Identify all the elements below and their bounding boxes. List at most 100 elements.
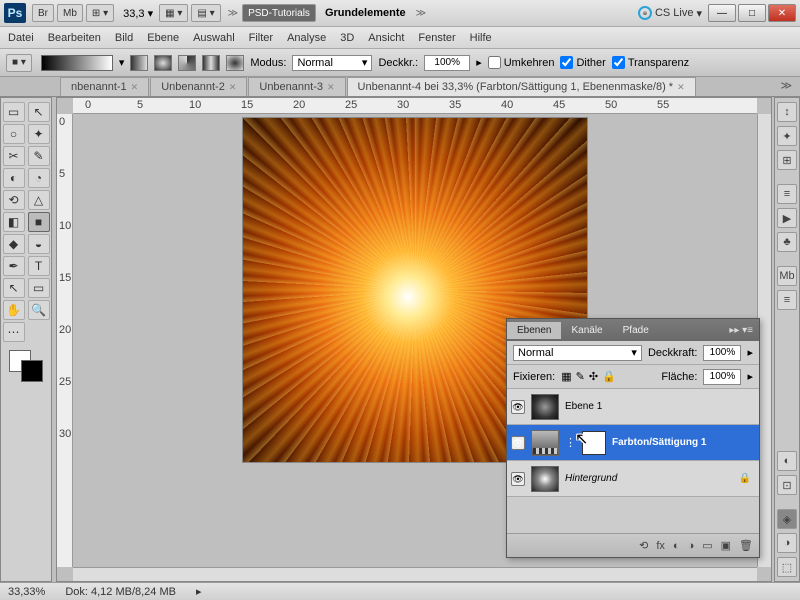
marquee-tool[interactable]: ↖ [28,102,50,122]
minimize-button[interactable]: — [708,4,736,22]
ruler-vertical[interactable]: 051015202530 [57,114,73,567]
wand-tool[interactable]: ✦ [28,124,50,144]
new-layer-icon[interactable]: ▣ [721,539,731,552]
gradient-reflected[interactable] [202,55,220,71]
ruler-horizontal[interactable]: 0510152025303540455055 [73,98,757,114]
chevron-right-icon[interactable]: ▸ [196,585,202,598]
scrollbar-horizontal[interactable] [73,567,757,581]
arrange-button[interactable]: ▦ ▾ [159,4,188,22]
deckkraft-input[interactable] [703,345,741,361]
heal-tool[interactable]: ◐ [3,168,25,188]
dock-icon[interactable]: ✦ [777,126,797,146]
pen-tool[interactable]: ✒ [3,256,25,276]
dock-icon[interactable]: ⊞ [777,150,797,170]
blur-tool[interactable]: ◆ [3,234,25,254]
gradient-radial[interactable] [154,55,172,71]
layer-row-selected[interactable]: 👁 ⋮ Farbton/Sättigung 1 [507,425,759,461]
dock-icon[interactable]: ≡ [777,184,797,204]
visibility-icon[interactable]: 👁 [511,436,525,450]
gradient-tool[interactable]: ■ [28,212,50,232]
layer-mask-thumbnail[interactable] [582,431,606,455]
layer-row[interactable]: 👁 Hintergrund 🔒 [507,461,759,497]
maximize-button[interactable]: □ [738,4,766,22]
dock-icon[interactable]: ↕ [777,102,797,122]
lock-transparency-icon[interactable]: ▦ [561,370,571,383]
visibility-icon[interactable]: 👁 [511,472,525,486]
gradient-angle[interactable] [178,55,196,71]
menu-auswahl[interactable]: Auswahl [193,32,235,44]
menu-3d[interactable]: 3D [340,32,354,44]
menu-bild[interactable]: Bild [115,32,133,44]
eyedropper-tool[interactable]: ✎ [28,146,50,166]
zoom-tool[interactable]: 🔍 [28,300,50,320]
zoom-level[interactable]: 33,3 ▾ [123,7,153,20]
deckkr-input[interactable] [424,55,470,71]
close-icon[interactable]: ✕ [229,82,237,93]
transparenz-checkbox[interactable]: Transparenz [612,56,689,69]
menu-hilfe[interactable]: Hilfe [470,32,492,44]
gradient-diamond[interactable] [226,55,244,71]
type-tool[interactable]: T [28,256,50,276]
flaeche-input[interactable] [703,369,741,385]
doc-tab[interactable]: nbenannt-1✕ [60,77,149,96]
dock-icon[interactable]: ◐ [777,451,797,471]
chevron-right-icon[interactable]: ≫ [228,8,238,19]
layer-thumbnail[interactable] [531,394,559,420]
dock-icon[interactable]: ⊡ [777,475,797,495]
adjustment-thumbnail[interactable] [531,430,559,456]
menu-fenster[interactable]: Fenster [418,32,455,44]
layer-name[interactable]: Hintergrund [565,473,617,484]
lock-position-icon[interactable]: ✣ [589,370,598,383]
cslive-button[interactable]: CS Live ▾ [638,6,702,20]
lock-pixels-icon[interactable]: ✎ [576,370,585,383]
close-button[interactable]: ✕ [768,4,796,22]
mb-button[interactable]: Mb [57,4,83,22]
layer-mask-icon[interactable]: ◐ [673,540,680,552]
tabs-overflow[interactable]: ≫ [772,77,800,96]
layer-name[interactable]: Farbton/Sättigung 1 [612,437,706,448]
delete-layer-icon[interactable]: 🗑 [739,539,753,552]
tab-kanaele[interactable]: Kanäle [561,322,612,339]
umkehren-checkbox[interactable]: Umkehren [488,56,555,69]
workspace-grundelemente[interactable]: Grundelemente [325,7,406,19]
dock-icon[interactable]: ⬚ [777,557,797,577]
layer-group-icon[interactable]: ▭ [702,539,712,552]
close-icon[interactable]: ✕ [327,82,335,93]
shape-tool[interactable]: ▭ [28,278,50,298]
dock-icon[interactable]: Mb [777,266,797,286]
hand-tool[interactable]: ✋ [3,300,25,320]
extras-button[interactable]: ▤ ▾ [191,4,220,22]
link-layers-icon[interactable]: ⟲ [639,539,648,552]
menu-datei[interactable]: Datei [8,32,34,44]
layer-name[interactable]: Ebene 1 [565,401,602,412]
tab-ebenen[interactable]: Ebenen [507,322,561,339]
brush-tool[interactable]: ◔ [28,168,50,188]
tool-preset-button[interactable]: ■ ▾ [6,54,32,72]
chevron-right-icon[interactable]: ▸ [476,56,482,69]
bridge-button[interactable]: Br [32,4,54,22]
doc-tab[interactable]: Unbenannt-2✕ [150,77,247,96]
chevron-down-icon[interactable]: ▾ [119,56,125,69]
modus-select[interactable]: Normal▾ [292,55,372,71]
eraser-tool[interactable]: ◧ [3,212,25,232]
status-dok[interactable]: Dok: 4,12 MB/8,24 MB [65,586,176,598]
visibility-icon[interactable]: 👁 [511,400,525,414]
dock-icon[interactable]: ≡ [777,290,797,310]
menu-bearbeiten[interactable]: Bearbeiten [48,32,101,44]
doc-tab[interactable]: Unbenannt-3✕ [248,77,345,96]
doc-tab-active[interactable]: Unbenannt-4 bei 33,3% (Farbton/Sättigung… [347,77,696,96]
menu-ansicht[interactable]: Ansicht [368,32,404,44]
lasso-tool[interactable]: ○ [3,124,25,144]
adjustment-layer-icon[interactable]: ◑ [688,540,695,552]
menu-filter[interactable]: Filter [249,32,273,44]
panel-menu-icon[interactable]: ▸▸ ▾≡ [723,325,759,336]
dock-icon[interactable]: ◑ [777,533,797,553]
status-zoom[interactable]: 33,33% [8,586,45,598]
chevron-right-icon[interactable]: ▸ [747,346,753,359]
chevron-right-icon[interactable]: ▸ [747,370,753,383]
dock-icon[interactable]: ▶ [777,208,797,228]
layer-thumbnail[interactable] [531,466,559,492]
history-tool[interactable]: △ [28,190,50,210]
close-icon[interactable]: ✕ [131,82,139,93]
layer-row[interactable]: 👁 Ebene 1 [507,389,759,425]
